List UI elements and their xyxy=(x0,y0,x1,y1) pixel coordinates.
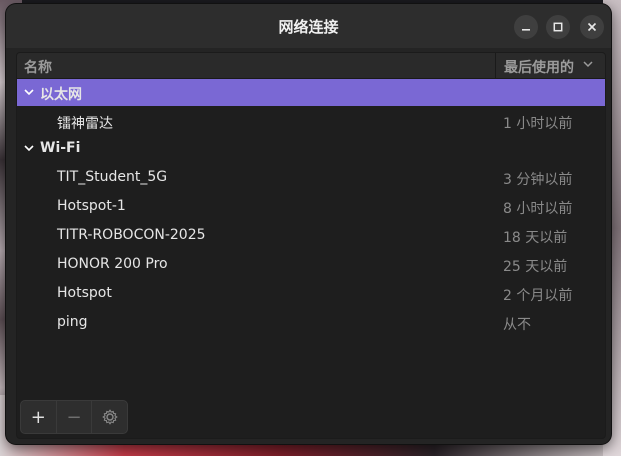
list-item[interactable]: HONOR 200 Pro 25 天以前 xyxy=(17,249,605,278)
connection-last-used: 2 个月以前 xyxy=(503,288,573,304)
connection-name: Hotspot-1 xyxy=(57,198,126,214)
chevron-down-icon[interactable] xyxy=(23,85,35,102)
title-bar[interactable]: 网络连接 xyxy=(6,4,611,48)
connection-name: TIT_Student_5G xyxy=(57,169,168,185)
group-ethernet[interactable]: 以太网 xyxy=(17,79,605,106)
minimize-icon xyxy=(522,29,530,31)
list-item[interactable]: TIT_Student_5G 3 分钟以前 xyxy=(17,162,605,191)
add-connection-button[interactable]: + xyxy=(21,401,57,433)
group-wifi[interactable]: Wi-Fi xyxy=(17,135,605,162)
list-item[interactable]: 镭神雷达 1 小时以前 xyxy=(17,106,605,135)
list-item[interactable]: TITR-ROBOCON-2025 18 天以前 xyxy=(17,220,605,249)
network-connections-window: 网络连接 名称 最后使用的 以太网 镭神雷达 1 小时以前 Wi-Fi TIT_… xyxy=(6,4,611,444)
remove-connection-button[interactable]: − xyxy=(57,401,93,433)
column-header-last-used[interactable]: 最后使用的 xyxy=(504,57,574,77)
close-icon xyxy=(587,22,597,32)
connection-last-used: 3 分钟以前 xyxy=(503,172,573,188)
group-label: Wi-Fi xyxy=(40,140,81,156)
connection-name: Hotspot xyxy=(57,285,112,301)
connection-last-used: 25 天以前 xyxy=(503,259,568,275)
chevron-down-icon[interactable] xyxy=(23,141,35,158)
chevron-down-icon[interactable] xyxy=(582,56,594,75)
connection-toolbar: + − xyxy=(20,400,128,434)
connection-name: 镭神雷达 xyxy=(57,116,113,132)
maximize-icon xyxy=(553,22,563,32)
gear-icon xyxy=(101,409,118,425)
connection-last-used: 18 天以前 xyxy=(503,230,568,246)
connections-list: 以太网 镭神雷达 1 小时以前 Wi-Fi TIT_Student_5G 3 分… xyxy=(17,79,605,336)
connections-list-panel: 名称 最后使用的 以太网 镭神雷达 1 小时以前 Wi-Fi TIT_Stude… xyxy=(16,52,606,439)
close-button[interactable] xyxy=(580,15,604,39)
group-label: 以太网 xyxy=(40,87,82,103)
connection-name: TITR-ROBOCON-2025 xyxy=(57,227,206,243)
connection-last-used: 1 小时以前 xyxy=(503,116,573,132)
minimize-button[interactable] xyxy=(514,15,538,39)
list-item[interactable]: ping 从不 xyxy=(17,307,605,336)
connection-last-used: 8 小时以前 xyxy=(503,201,573,217)
connection-name: ping xyxy=(57,314,88,330)
list-item[interactable]: Hotspot-1 8 小时以前 xyxy=(17,191,605,220)
column-header: 名称 最后使用的 xyxy=(17,53,605,79)
connection-last-used: 从不 xyxy=(503,317,531,333)
connection-name: HONOR 200 Pro xyxy=(57,256,168,272)
column-divider xyxy=(495,53,496,78)
list-item[interactable]: Hotspot 2 个月以前 xyxy=(17,278,605,307)
settings-button[interactable] xyxy=(92,401,127,433)
column-header-name[interactable]: 名称 xyxy=(24,57,52,77)
maximize-button[interactable] xyxy=(546,15,570,39)
